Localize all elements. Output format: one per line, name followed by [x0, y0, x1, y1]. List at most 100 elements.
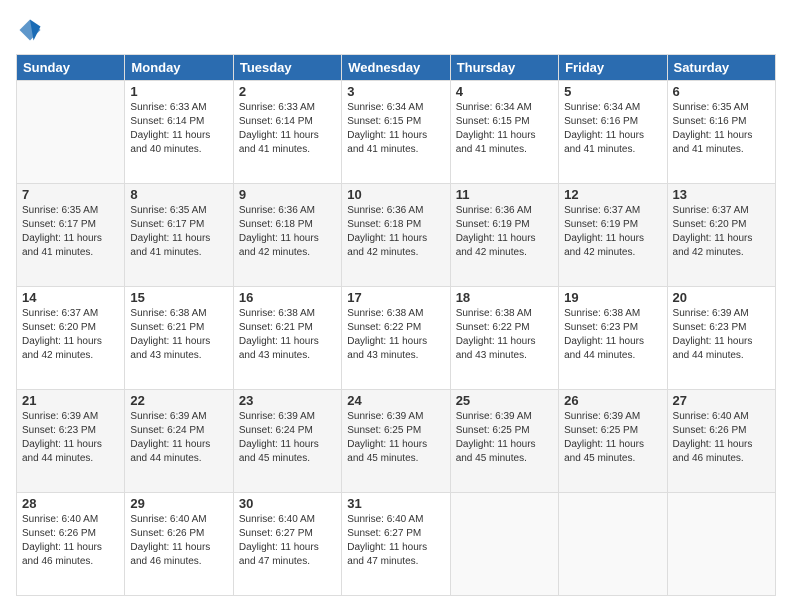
weekday-monday: Monday — [125, 55, 233, 81]
calendar-table: SundayMondayTuesdayWednesdayThursdayFrid… — [16, 54, 776, 596]
week-row-5: 28 Sunrise: 6:40 AM Sunset: 6:26 PM Dayli… — [17, 493, 776, 596]
day-number: 31 — [347, 496, 444, 511]
calendar-cell: 8 Sunrise: 6:35 AM Sunset: 6:17 PM Daylig… — [125, 184, 233, 287]
day-number: 29 — [130, 496, 227, 511]
calendar-cell: 5 Sunrise: 6:34 AM Sunset: 6:16 PM Daylig… — [559, 81, 667, 184]
day-number: 27 — [673, 393, 770, 408]
week-row-2: 7 Sunrise: 6:35 AM Sunset: 6:17 PM Daylig… — [17, 184, 776, 287]
calendar-cell — [17, 81, 125, 184]
cell-info: Sunrise: 6:39 AM Sunset: 6:23 PM Dayligh… — [673, 307, 770, 363]
day-number: 23 — [239, 393, 336, 408]
cell-info: Sunrise: 6:38 AM Sunset: 6:22 PM Dayligh… — [456, 307, 553, 363]
calendar-cell: 28 Sunrise: 6:40 AM Sunset: 6:26 PM Dayli… — [17, 493, 125, 596]
day-number: 6 — [673, 84, 770, 99]
weekday-header-row: SundayMondayTuesdayWednesdayThursdayFrid… — [17, 55, 776, 81]
cell-info: Sunrise: 6:40 AM Sunset: 6:27 PM Dayligh… — [239, 513, 336, 569]
cell-info: Sunrise: 6:35 AM Sunset: 6:17 PM Dayligh… — [130, 204, 227, 260]
cell-info: Sunrise: 6:38 AM Sunset: 6:23 PM Dayligh… — [564, 307, 661, 363]
day-number: 14 — [22, 290, 119, 305]
weekday-tuesday: Tuesday — [233, 55, 341, 81]
day-number: 26 — [564, 393, 661, 408]
day-number: 20 — [673, 290, 770, 305]
day-number: 5 — [564, 84, 661, 99]
cell-info: Sunrise: 6:40 AM Sunset: 6:26 PM Dayligh… — [673, 410, 770, 466]
calendar-cell — [667, 493, 775, 596]
calendar-cell: 3Sunrise: 6:34 AM Sunset: 6:15 PM Daylig… — [342, 81, 450, 184]
calendar-cell: 24 Sunrise: 6:39 AM Sunset: 6:25 PM Dayli… — [342, 390, 450, 493]
calendar-cell: 26 Sunrise: 6:39 AM Sunset: 6:25 PM Dayli… — [559, 390, 667, 493]
day-number: 4 — [456, 84, 553, 99]
calendar-cell — [450, 493, 558, 596]
cell-info: Sunrise: 6:39 AM Sunset: 6:24 PM Dayligh… — [130, 410, 227, 466]
day-number: 1 — [130, 84, 227, 99]
cell-info: Sunrise: 6:39 AM Sunset: 6:25 PM Dayligh… — [347, 410, 444, 466]
cell-info: Sunrise: 6:34 AM Sunset: 6:15 PM Dayligh… — [456, 101, 553, 157]
cell-info: Sunrise: 6:37 AM Sunset: 6:19 PM Dayligh… — [564, 204, 661, 260]
calendar-cell: 10Sunrise: 6:36 AM Sunset: 6:18 PM Dayli… — [342, 184, 450, 287]
calendar-cell: 12 Sunrise: 6:37 AM Sunset: 6:19 PM Dayli… — [559, 184, 667, 287]
cell-info: Sunrise: 6:39 AM Sunset: 6:23 PM Dayligh… — [22, 410, 119, 466]
cell-info: Sunrise: 6:39 AM Sunset: 6:25 PM Dayligh… — [564, 410, 661, 466]
week-row-4: 21 Sunrise: 6:39 AM Sunset: 6:23 PM Dayli… — [17, 390, 776, 493]
day-number: 17 — [347, 290, 444, 305]
day-number: 8 — [130, 187, 227, 202]
week-row-1: 1 Sunrise: 6:33 AM Sunset: 6:14 PM Daylig… — [17, 81, 776, 184]
day-number: 24 — [347, 393, 444, 408]
day-number: 19 — [564, 290, 661, 305]
cell-info: Sunrise: 6:35 AM Sunset: 6:17 PM Dayligh… — [22, 204, 119, 260]
calendar-cell: 19 Sunrise: 6:38 AM Sunset: 6:23 PM Dayli… — [559, 287, 667, 390]
calendar-cell: 20 Sunrise: 6:39 AM Sunset: 6:23 PM Dayli… — [667, 287, 775, 390]
day-number: 21 — [22, 393, 119, 408]
calendar-cell: 18 Sunrise: 6:38 AM Sunset: 6:22 PM Dayli… — [450, 287, 558, 390]
calendar-cell: 27 Sunrise: 6:40 AM Sunset: 6:26 PM Dayli… — [667, 390, 775, 493]
cell-info: Sunrise: 6:34 AM Sunset: 6:16 PM Dayligh… — [564, 101, 661, 157]
calendar-cell: 11Sunrise: 6:36 AM Sunset: 6:19 PM Dayli… — [450, 184, 558, 287]
day-number: 12 — [564, 187, 661, 202]
cell-info: Sunrise: 6:38 AM Sunset: 6:21 PM Dayligh… — [130, 307, 227, 363]
cell-info: Sunrise: 6:40 AM Sunset: 6:26 PM Dayligh… — [22, 513, 119, 569]
day-number: 15 — [130, 290, 227, 305]
weekday-wednesday: Wednesday — [342, 55, 450, 81]
cell-info: Sunrise: 6:37 AM Sunset: 6:20 PM Dayligh… — [22, 307, 119, 363]
calendar-cell: 29 Sunrise: 6:40 AM Sunset: 6:26 PM Dayli… — [125, 493, 233, 596]
calendar-cell: 14 Sunrise: 6:37 AM Sunset: 6:20 PM Dayli… — [17, 287, 125, 390]
day-number: 2 — [239, 84, 336, 99]
day-number: 7 — [22, 187, 119, 202]
calendar-cell: 4 Sunrise: 6:34 AM Sunset: 6:15 PM Daylig… — [450, 81, 558, 184]
calendar-cell: 2 Sunrise: 6:33 AM Sunset: 6:14 PM Daylig… — [233, 81, 341, 184]
cell-info: Sunrise: 6:36 AM Sunset: 6:18 PM Dayligh… — [347, 204, 444, 260]
day-number: 28 — [22, 496, 119, 511]
calendar-cell: 16Sunrise: 6:38 AM Sunset: 6:21 PM Dayli… — [233, 287, 341, 390]
cell-info: Sunrise: 6:33 AM Sunset: 6:14 PM Dayligh… — [130, 101, 227, 157]
cell-info: Sunrise: 6:35 AM Sunset: 6:16 PM Dayligh… — [673, 101, 770, 157]
calendar-cell: 17 Sunrise: 6:38 AM Sunset: 6:22 PM Dayli… — [342, 287, 450, 390]
cell-info: Sunrise: 6:38 AM Sunset: 6:21 PM Dayligh… — [239, 307, 336, 363]
calendar-cell: 22 Sunrise: 6:39 AM Sunset: 6:24 PM Dayli… — [125, 390, 233, 493]
day-number: 30 — [239, 496, 336, 511]
calendar-cell: 13Sunrise: 6:37 AM Sunset: 6:20 PM Dayli… — [667, 184, 775, 287]
logo — [16, 16, 48, 44]
cell-info: Sunrise: 6:37 AM Sunset: 6:20 PM Dayligh… — [673, 204, 770, 260]
day-number: 18 — [456, 290, 553, 305]
page: SundayMondayTuesdayWednesdayThursdayFrid… — [0, 0, 792, 612]
calendar-cell: 1 Sunrise: 6:33 AM Sunset: 6:14 PM Daylig… — [125, 81, 233, 184]
day-number: 22 — [130, 393, 227, 408]
calendar-cell: 25 Sunrise: 6:39 AM Sunset: 6:25 PM Dayli… — [450, 390, 558, 493]
weekday-thursday: Thursday — [450, 55, 558, 81]
week-row-3: 14 Sunrise: 6:37 AM Sunset: 6:20 PM Dayli… — [17, 287, 776, 390]
cell-info: Sunrise: 6:39 AM Sunset: 6:24 PM Dayligh… — [239, 410, 336, 466]
cell-info: Sunrise: 6:36 AM Sunset: 6:18 PM Dayligh… — [239, 204, 336, 260]
weekday-sunday: Sunday — [17, 55, 125, 81]
day-number: 3 — [347, 84, 444, 99]
cell-info: Sunrise: 6:39 AM Sunset: 6:25 PM Dayligh… — [456, 410, 553, 466]
cell-info: Sunrise: 6:38 AM Sunset: 6:22 PM Dayligh… — [347, 307, 444, 363]
calendar-cell: 31Sunrise: 6:40 AM Sunset: 6:27 PM Dayli… — [342, 493, 450, 596]
calendar-cell: 6 Sunrise: 6:35 AM Sunset: 6:16 PM Daylig… — [667, 81, 775, 184]
cell-info: Sunrise: 6:33 AM Sunset: 6:14 PM Dayligh… — [239, 101, 336, 157]
calendar-cell: 15 Sunrise: 6:38 AM Sunset: 6:21 PM Dayli… — [125, 287, 233, 390]
cell-info: Sunrise: 6:40 AM Sunset: 6:26 PM Dayligh… — [130, 513, 227, 569]
day-number: 25 — [456, 393, 553, 408]
calendar-cell: 7 Sunrise: 6:35 AM Sunset: 6:17 PM Daylig… — [17, 184, 125, 287]
logo-icon — [16, 16, 44, 44]
cell-info: Sunrise: 6:36 AM Sunset: 6:19 PM Dayligh… — [456, 204, 553, 260]
